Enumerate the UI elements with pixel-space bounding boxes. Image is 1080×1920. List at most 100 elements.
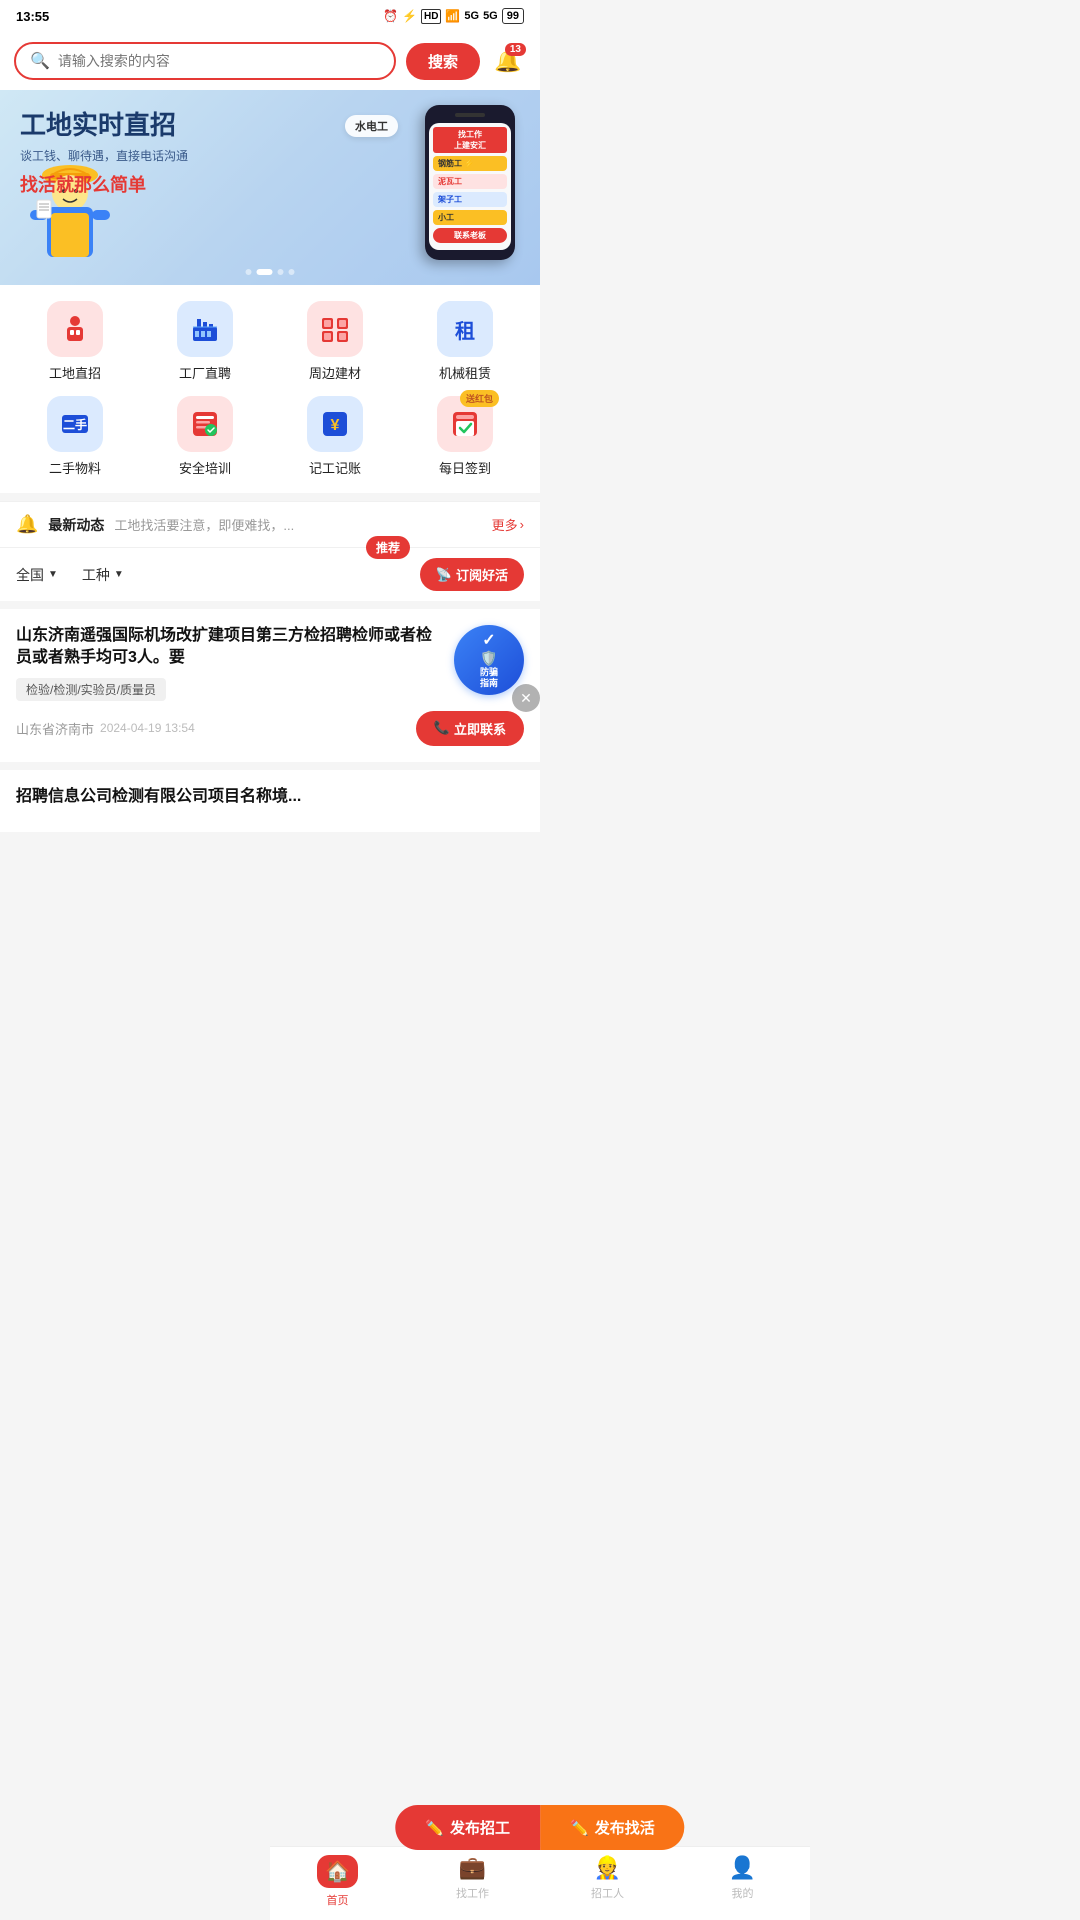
category-grid: 工地直招 工厂直聘 bbox=[10, 301, 530, 477]
checkin-badge: 送红包 bbox=[460, 390, 499, 407]
banner-content: 工地实时直招 谈工钱、聊待遇，直接电话沟通 找活就那么简单 bbox=[20, 110, 188, 197]
news-bar: 🔔 最新动态 工地找活要注意，即便难找，... 更多 › bbox=[0, 501, 540, 547]
banner-dots bbox=[246, 269, 295, 275]
subscribe-icon: 📡 bbox=[436, 567, 452, 583]
filter-bar: 全国 ▼ 工种 ▼ 推荐 📡 订阅好活 bbox=[0, 547, 540, 601]
job-tag-1: 检验/检测/实验员/质量员 bbox=[16, 678, 166, 701]
secondhand-icon: 二手 bbox=[47, 396, 103, 452]
category-label-checkin: 每日签到 bbox=[439, 458, 491, 477]
briefcase-icon: 💼 bbox=[459, 1855, 486, 1881]
notification-button[interactable]: 🔔 13 bbox=[490, 43, 526, 79]
category-item-secondhand[interactable]: 二手 二手物料 bbox=[10, 396, 140, 477]
user-icon: 👤 bbox=[729, 1855, 756, 1881]
nav-item-mine[interactable]: 👤 我的 bbox=[675, 1855, 810, 1908]
nav-label-recruit: 招工人 bbox=[591, 1885, 624, 1901]
job-date-1: 2024-04-19 13:54 bbox=[100, 721, 195, 735]
category-label-rental: 机械租赁 bbox=[439, 363, 491, 382]
category-item-factory[interactable]: 工厂直聘 bbox=[140, 301, 270, 382]
category-item-checkin[interactable]: 送红包 每日签到 bbox=[400, 396, 530, 477]
banner-highlight: 找活就那么简单 bbox=[20, 171, 188, 197]
category-label-materials: 周边建材 bbox=[309, 363, 361, 382]
category-item-safety[interactable]: 安全培训 bbox=[140, 396, 270, 477]
recruit-icon: 👷 bbox=[594, 1855, 621, 1881]
search-input[interactable] bbox=[58, 53, 380, 69]
contact-label-1: 立即联系 bbox=[454, 719, 506, 738]
subscribe-button[interactable]: 📡 订阅好活 bbox=[420, 558, 524, 591]
dot-3 bbox=[278, 269, 284, 275]
factory-icon bbox=[177, 301, 233, 357]
category-label-safety: 安全培训 bbox=[179, 458, 231, 477]
recommend-badge: 推荐 bbox=[366, 536, 410, 559]
close-overlay[interactable]: ✕ bbox=[512, 684, 540, 712]
job-tags-1: 检验/检测/实验员/质量员 bbox=[16, 678, 524, 701]
anti-fraud-text: 防骗指南 bbox=[480, 667, 498, 689]
news-label: 最新动态 bbox=[48, 515, 104, 535]
rental-icon: 租 bbox=[437, 301, 493, 357]
dot-1 bbox=[246, 269, 252, 275]
category-item-construction[interactable]: 工地直招 bbox=[10, 301, 140, 382]
publish-work-label: 发布找活 bbox=[595, 1817, 655, 1838]
search-button[interactable]: 搜索 bbox=[406, 43, 480, 80]
contact-button-1[interactable]: 📞 立即联系 bbox=[416, 711, 524, 746]
phone-icon-1: 📞 bbox=[434, 720, 450, 736]
news-more-label: 更多 bbox=[492, 515, 518, 534]
anti-fraud-badge[interactable]: 🛡️ 防骗指南 bbox=[454, 625, 524, 695]
materials-icon bbox=[307, 301, 363, 357]
location-filter[interactable]: 全国 ▼ bbox=[16, 565, 58, 585]
job-meta-1: 山东省济南市 2024-04-19 13:54 📞 立即联系 bbox=[16, 711, 524, 746]
dot-4 bbox=[289, 269, 295, 275]
wifi-icon: 📶 bbox=[445, 9, 460, 23]
banner-subtitle: 谈工钱、聊待遇，直接电话沟通 bbox=[20, 147, 188, 165]
bottom-nav: 🏠 首页 💼 找工作 👷 招工人 👤 我的 bbox=[270, 1846, 810, 1920]
banner-phone-mockup: 找工作上建安汇 钢筋工 ⚡ 泥瓦工 架子工 小工 联系老板 水电工 bbox=[380, 105, 520, 275]
chevron-down-icon2: ▼ bbox=[114, 569, 124, 580]
floating-tag-water: 水电工 bbox=[345, 115, 398, 137]
publish-work-button[interactable]: ✏️ 发布找活 bbox=[540, 1805, 685, 1850]
job-location-1: 山东省济南市 2024-04-19 13:54 bbox=[16, 719, 195, 738]
banner[interactable]: 工地实时直招 谈工钱、聊待遇，直接电话沟通 找活就那么简单 找工作上建安汇 bbox=[0, 90, 540, 285]
publish-job-button[interactable]: ✏️ 发布招工 bbox=[395, 1805, 540, 1850]
nav-home-bg: 🏠 bbox=[317, 1855, 358, 1888]
job-list: 山东济南遥强国际机场改扩建项目第三方检招聘检师或者检员或者熟手均可3人。要 检验… bbox=[0, 609, 540, 832]
edit-icon-job: ✏️ bbox=[425, 1819, 444, 1837]
checkin-icon: 送红包 bbox=[437, 396, 493, 452]
bottom-float-buttons: ✏️ 发布招工 ✏️ 发布找活 bbox=[395, 1805, 684, 1850]
bluetooth-icon: ⚡ bbox=[402, 9, 417, 23]
home-icon: 🏠 bbox=[325, 1859, 350, 1884]
category-item-materials[interactable]: 周边建材 bbox=[270, 301, 400, 382]
construction-icon bbox=[47, 301, 103, 357]
category-section: 工地直招 工厂直聘 bbox=[0, 285, 540, 493]
search-input-container[interactable]: 🔍 bbox=[14, 42, 396, 80]
news-more-button[interactable]: 更多 › bbox=[492, 515, 524, 534]
signal-5g2-icon: 5G bbox=[483, 10, 498, 22]
nav-label-home: 首页 bbox=[327, 1892, 349, 1908]
category-label-secondhand: 二手物料 bbox=[49, 458, 101, 477]
publish-job-label: 发布招工 bbox=[450, 1817, 510, 1838]
shield-icon: 🛡️ bbox=[480, 650, 497, 667]
search-icon: 🔍 bbox=[30, 51, 50, 71]
nav-label-find-work: 找工作 bbox=[456, 1885, 489, 1901]
job-title-2: 招聘信息公司检测有限公司项目名称境... bbox=[16, 786, 524, 808]
status-icons: ⏰ ⚡ HD 📶 5G 5G 99 bbox=[383, 8, 524, 24]
category-label-record: 记工记账 bbox=[309, 458, 361, 477]
category-item-record[interactable]: ¥ 记工记账 bbox=[270, 396, 400, 477]
banner-title: 工地实时直招 bbox=[20, 110, 188, 141]
svg-text:¥: ¥ bbox=[331, 417, 340, 434]
subscribe-label: 订阅好活 bbox=[456, 565, 508, 584]
edit-icon-work: ✏️ bbox=[570, 1819, 589, 1837]
job-card-1: 山东济南遥强国际机场改扩建项目第三方检招聘检师或者检员或者熟手均可3人。要 检验… bbox=[0, 609, 540, 762]
chevron-down-icon: ▼ bbox=[48, 569, 58, 580]
nav-item-find-work[interactable]: 💼 找工作 bbox=[405, 1855, 540, 1908]
nav-item-recruit[interactable]: 👷 招工人 bbox=[540, 1855, 675, 1908]
nav-item-home[interactable]: 🏠 首页 bbox=[270, 1855, 405, 1908]
filter-left: 全国 ▼ 工种 ▼ bbox=[16, 565, 124, 585]
hd-icon: HD bbox=[421, 9, 441, 24]
status-time: 13:55 bbox=[16, 9, 49, 24]
category-item-rental[interactable]: 租 机械租赁 bbox=[400, 301, 530, 382]
chevron-right-icon: › bbox=[520, 517, 524, 532]
search-bar: 🔍 搜索 🔔 13 bbox=[0, 32, 540, 90]
job-type-filter[interactable]: 工种 ▼ bbox=[82, 565, 124, 585]
location-label: 全国 bbox=[16, 565, 44, 585]
notification-badge: 13 bbox=[505, 43, 526, 56]
location-text-1: 山东省济南市 bbox=[16, 719, 94, 738]
